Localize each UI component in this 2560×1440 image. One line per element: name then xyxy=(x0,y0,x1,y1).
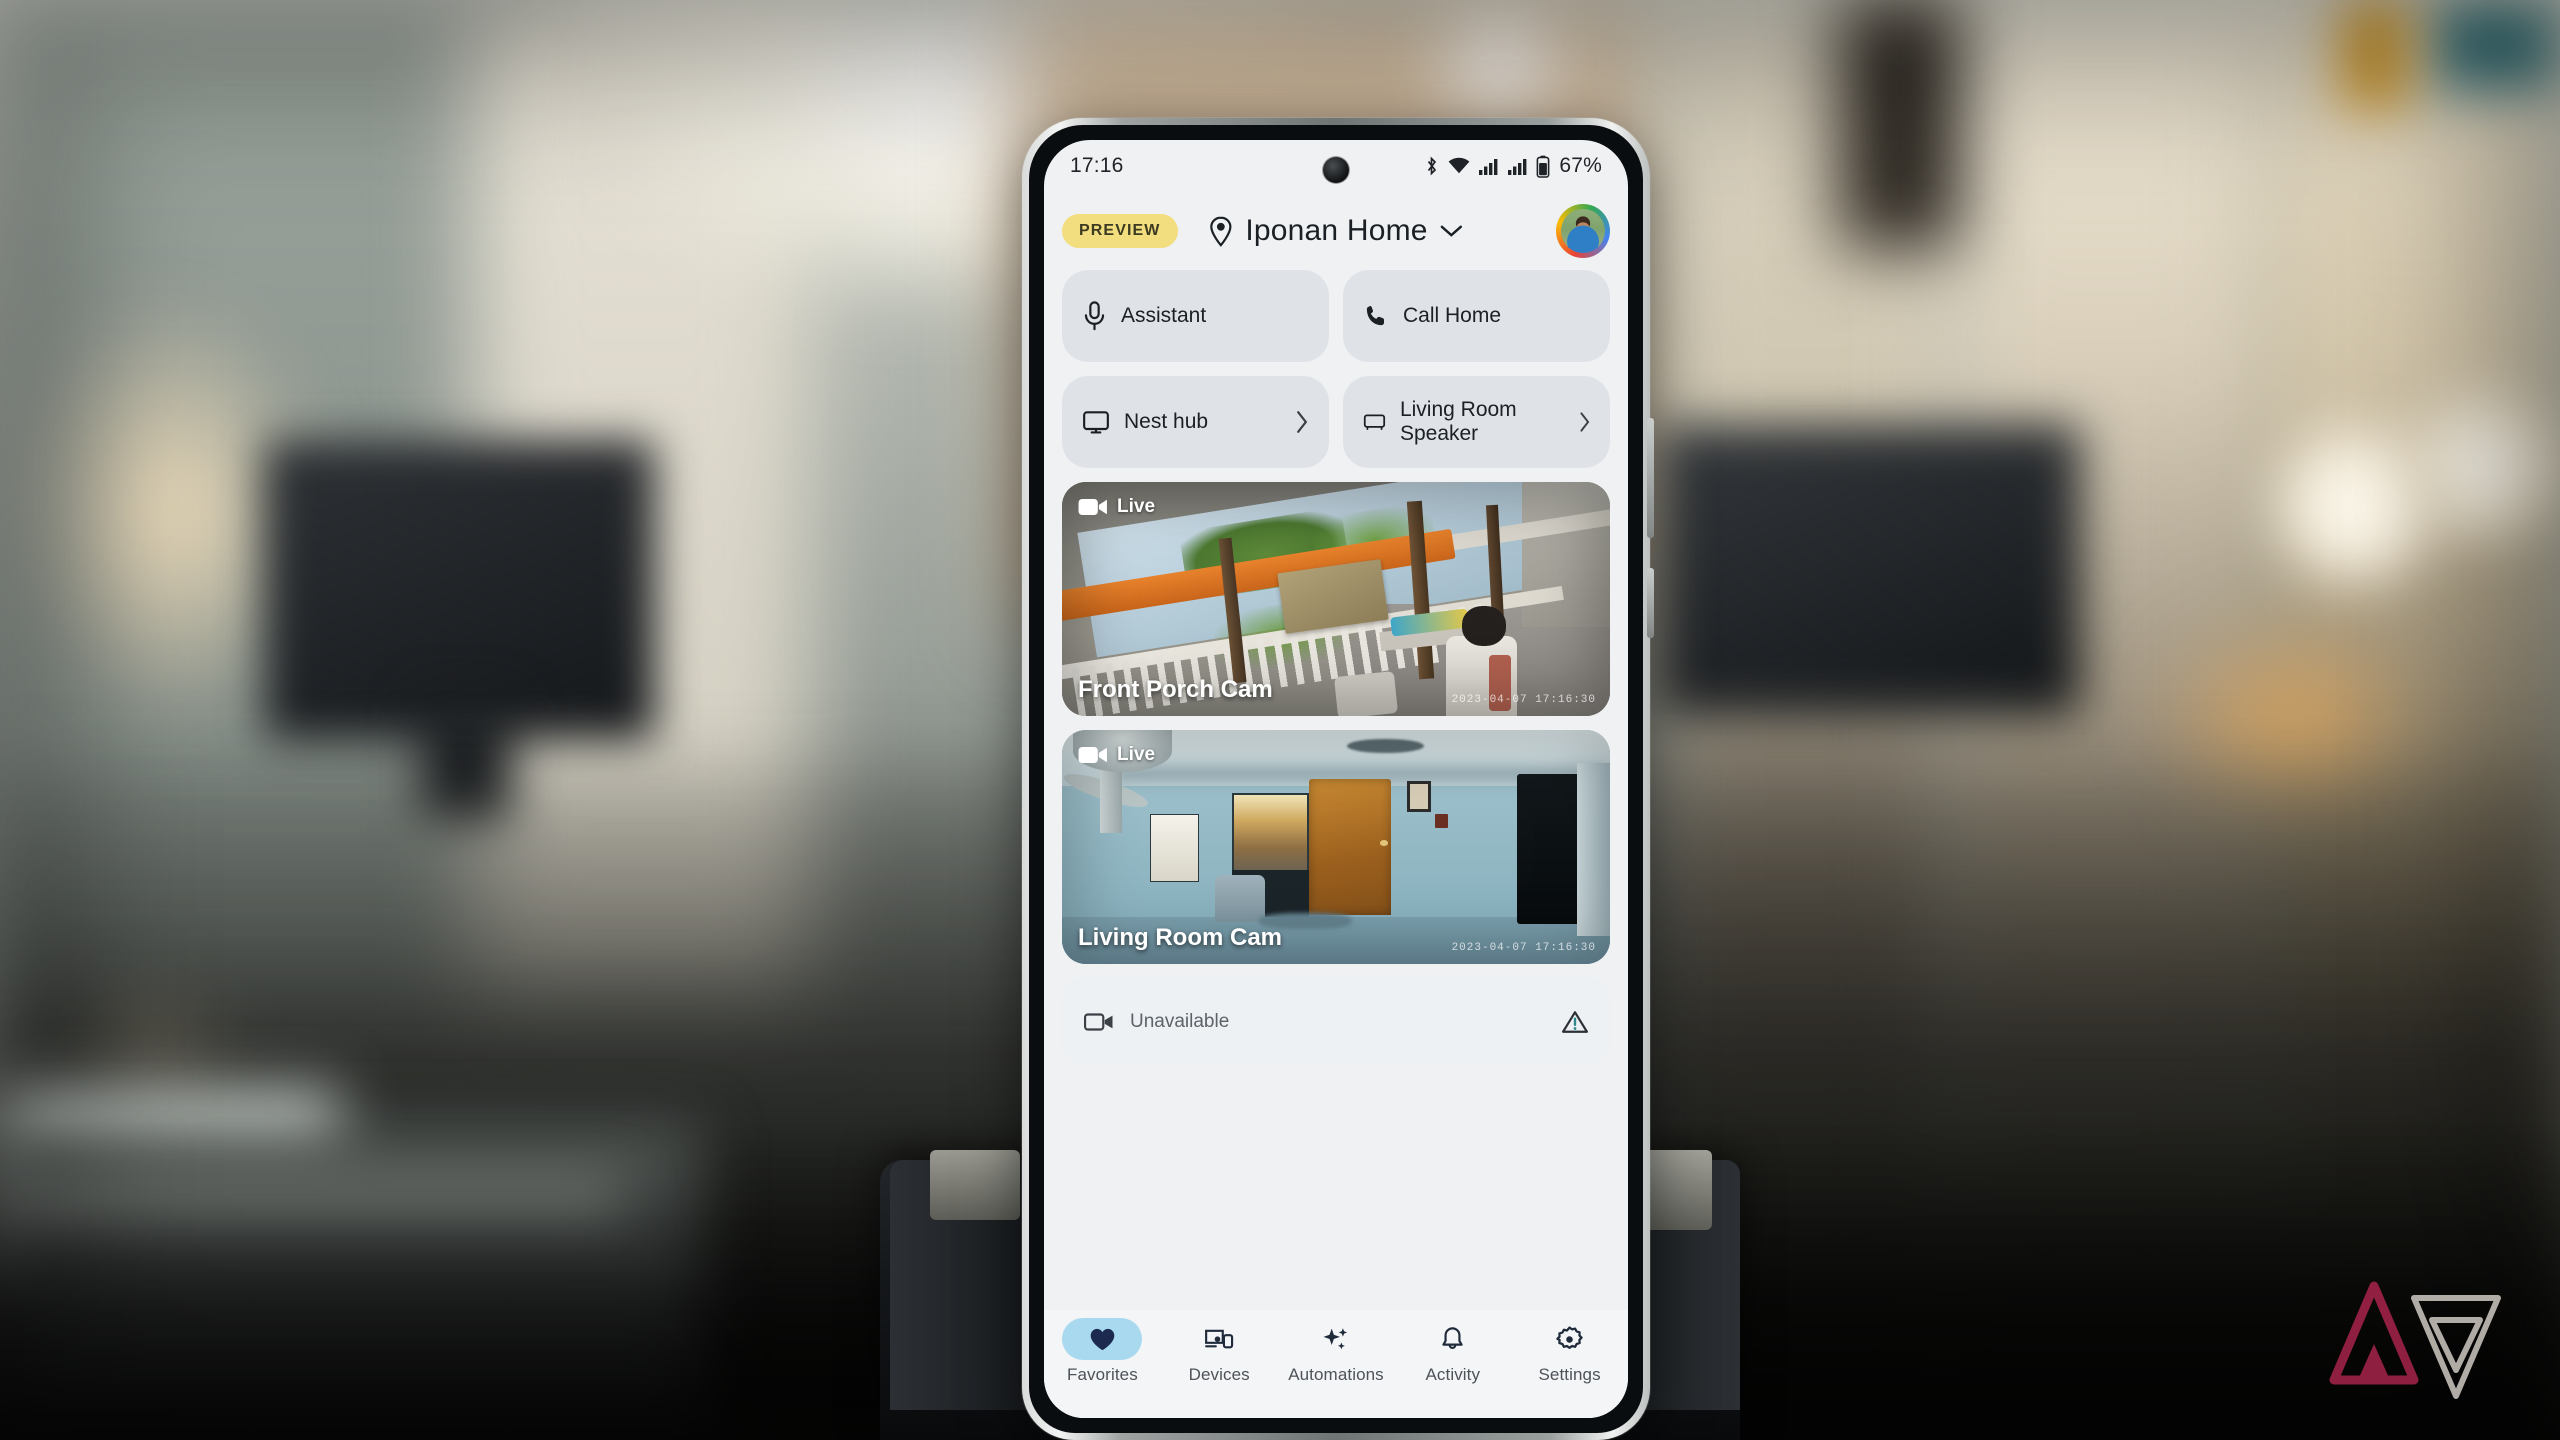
phone-screen: 17:16 67% PREVIEW Iponan Home Assistant … xyxy=(1044,140,1628,1418)
nav-pill-settings xyxy=(1530,1318,1610,1360)
nav-item-settings[interactable]: Settings xyxy=(1511,1318,1628,1385)
warning-triangle-icon xyxy=(1562,1011,1588,1033)
gear-icon xyxy=(1556,1325,1583,1349)
quick-action-row: Assistant Call Home xyxy=(1062,270,1610,362)
home-picker-button[interactable]: Iponan Home xyxy=(1207,214,1464,248)
camera-status-label: Live xyxy=(1117,496,1156,517)
avatar[interactable] xyxy=(1556,204,1610,258)
location-pin-icon xyxy=(1210,216,1232,247)
bottom-navigation-bar: Favorites Devices Automations Activity S… xyxy=(1044,1310,1628,1418)
camera-card-front-porch[interactable]: Live Front Porch Cam 2023-04-07 17:16:30 xyxy=(1062,482,1610,716)
camera-live-badge: Live xyxy=(1078,744,1155,766)
home-name-label: Iponan Home xyxy=(1245,214,1428,247)
phone-dock-clip-left xyxy=(930,1150,1020,1220)
camera-live-badge: Live xyxy=(1078,496,1155,518)
nav-item-devices[interactable]: Devices xyxy=(1161,1318,1278,1385)
volume-button[interactable] xyxy=(1647,418,1654,538)
chevron-right-icon xyxy=(1579,412,1589,432)
tile-living-room-speaker[interactable]: Living Room Speaker xyxy=(1343,376,1610,468)
nav-item-activity[interactable]: Activity xyxy=(1394,1318,1511,1385)
signal-icon xyxy=(1508,159,1527,175)
battery-icon xyxy=(1536,155,1550,178)
nav-pill-activity xyxy=(1413,1318,1493,1360)
phone-bezel: 17:16 67% PREVIEW Iponan Home Assistant … xyxy=(1029,125,1643,1433)
nav-label: Devices xyxy=(1188,1365,1250,1384)
sparkles-icon xyxy=(1323,1328,1348,1350)
status-bar-indicators: 67% xyxy=(1423,154,1602,178)
video-camera-icon xyxy=(1078,746,1107,764)
camera-card-living-room[interactable]: Live Living Room Cam 2023-04-07 17:16:30 xyxy=(1062,730,1610,964)
chevron-right-icon xyxy=(1297,411,1308,433)
camera-timestamp: 2023-04-07 17:16:30 xyxy=(1451,694,1596,706)
signal-icon xyxy=(1479,159,1498,175)
power-button[interactable] xyxy=(1647,568,1654,638)
camera-timestamp: 2023-04-07 17:16:30 xyxy=(1451,942,1596,954)
nav-label: Activity xyxy=(1425,1365,1481,1384)
tile-label: Nest hub xyxy=(1124,410,1209,434)
tile-label: Assistant xyxy=(1121,304,1207,328)
camera-name-label: Front Porch Cam xyxy=(1078,676,1273,703)
preview-badge: PREVIEW xyxy=(1062,214,1178,248)
camera-status-label: Live xyxy=(1117,744,1156,765)
bluetooth-icon xyxy=(1428,156,1437,176)
battery-percentage: 67% xyxy=(1559,154,1602,177)
camera-name-label: Living Room Cam xyxy=(1078,924,1283,951)
nav-label: Settings xyxy=(1538,1365,1601,1384)
status-bar: 17:16 67% xyxy=(1044,140,1628,192)
display-icon xyxy=(1083,411,1109,434)
nav-item-automations[interactable]: Automations xyxy=(1278,1318,1395,1385)
app-content: Assistant Call Home Nest hub Living Room… xyxy=(1044,270,1628,1066)
front-camera-punch-hole xyxy=(1323,157,1349,183)
phone-icon xyxy=(1366,305,1385,326)
avatar-photo xyxy=(1561,209,1605,253)
app-header: PREVIEW Iponan Home xyxy=(1044,192,1628,270)
tile-assistant[interactable]: Assistant xyxy=(1062,270,1329,362)
video-camera-icon xyxy=(1078,498,1107,516)
video-camera-off-icon xyxy=(1084,1013,1113,1031)
devices-icon xyxy=(1205,1329,1234,1349)
wifi-icon xyxy=(1448,157,1470,174)
bell-icon xyxy=(1442,1327,1463,1349)
device-shortcut-row: Nest hub Living Room Speaker xyxy=(1062,376,1610,468)
camera-card-unavailable[interactable]: Unavailable xyxy=(1062,978,1610,1066)
tile-nest-hub[interactable]: Nest hub xyxy=(1062,376,1329,468)
microphone-icon xyxy=(1084,301,1105,331)
chevron-down-icon xyxy=(1440,225,1463,237)
nav-label: Favorites xyxy=(1066,1365,1138,1384)
smartphone: 17:16 67% PREVIEW Iponan Home Assistant … xyxy=(1022,118,1654,1440)
status-bar-time: 17:16 xyxy=(1070,154,1124,177)
nav-pill-automations xyxy=(1296,1318,1376,1360)
tile-call-home[interactable]: Call Home xyxy=(1343,270,1610,362)
speaker-icon xyxy=(1363,414,1386,431)
unavailable-label: Unavailable xyxy=(1130,1011,1230,1032)
tile-label: Living Room Speaker xyxy=(1399,398,1517,445)
heart-icon xyxy=(1090,1328,1115,1350)
nav-item-favorites[interactable]: Favorites xyxy=(1044,1318,1161,1385)
nav-pill-favorites xyxy=(1062,1318,1143,1360)
tile-label: Call Home xyxy=(1403,304,1502,328)
android-police-logo xyxy=(2329,1281,2501,1399)
nav-pill-devices xyxy=(1179,1318,1259,1360)
nav-label: Automations xyxy=(1288,1365,1384,1384)
